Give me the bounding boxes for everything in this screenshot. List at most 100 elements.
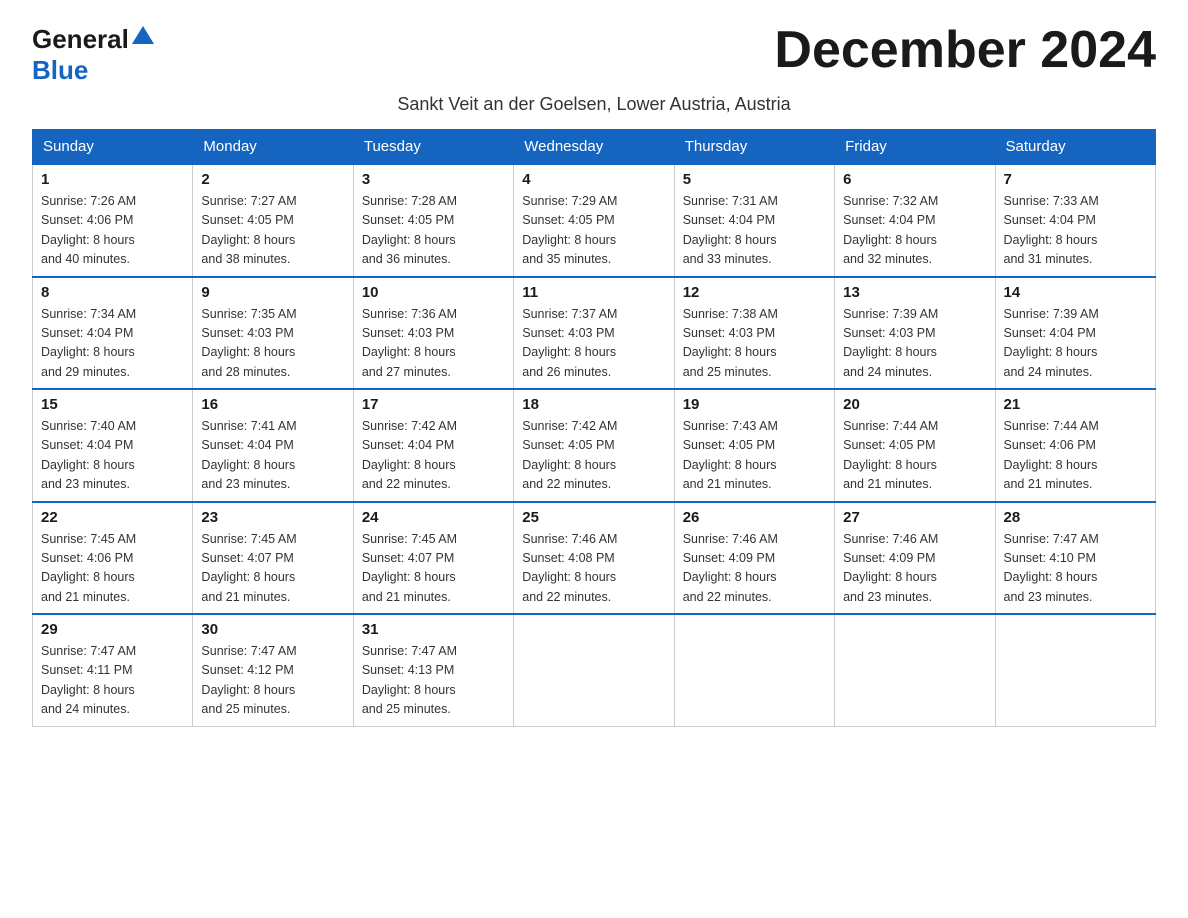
- daylight-minutes: and 23 minutes.: [1004, 590, 1093, 604]
- sunset-time: 4:12 PM: [247, 663, 294, 677]
- day-info: Sunrise: 7:46 AM Sunset: 4:09 PM Dayligh…: [683, 530, 826, 608]
- sunset-label: Sunset:: [683, 213, 729, 227]
- sunrise-label: Sunrise:: [843, 307, 892, 321]
- sunset-time: 4:06 PM: [1049, 438, 1096, 452]
- daylight-minutes: and 24 minutes.: [843, 365, 932, 379]
- calendar-cell: 16 Sunrise: 7:41 AM Sunset: 4:04 PM Dayl…: [193, 389, 353, 502]
- day-number: 4: [522, 171, 665, 188]
- day-number: 12: [683, 284, 826, 301]
- daylight-label: Daylight: 8 hours: [522, 570, 616, 584]
- sunset-label: Sunset:: [843, 326, 889, 340]
- calendar-cell: 14 Sunrise: 7:39 AM Sunset: 4:04 PM Dayl…: [995, 277, 1155, 390]
- sunset-time: 4:04 PM: [1049, 213, 1096, 227]
- day-number: 3: [362, 171, 505, 188]
- sunset-time: 4:03 PM: [729, 326, 776, 340]
- day-info: Sunrise: 7:37 AM Sunset: 4:03 PM Dayligh…: [522, 305, 665, 383]
- day-number: 18: [522, 396, 665, 413]
- sunset-time: 4:13 PM: [408, 663, 455, 677]
- sunrise-time: 7:36 AM: [411, 307, 457, 321]
- sunrise-time: 7:46 AM: [892, 532, 938, 546]
- day-info: Sunrise: 7:36 AM Sunset: 4:03 PM Dayligh…: [362, 305, 505, 383]
- sunrise-time: 7:33 AM: [1053, 194, 1099, 208]
- sunrise-label: Sunrise:: [683, 532, 732, 546]
- day-info: Sunrise: 7:32 AM Sunset: 4:04 PM Dayligh…: [843, 192, 986, 270]
- sunset-label: Sunset:: [201, 326, 247, 340]
- sunrise-label: Sunrise:: [201, 419, 250, 433]
- day-info: Sunrise: 7:47 AM Sunset: 4:12 PM Dayligh…: [201, 642, 344, 720]
- day-info: Sunrise: 7:46 AM Sunset: 4:08 PM Dayligh…: [522, 530, 665, 608]
- sunset-label: Sunset:: [41, 551, 87, 565]
- sunrise-time: 7:27 AM: [251, 194, 297, 208]
- sunrise-label: Sunrise:: [683, 194, 732, 208]
- sunset-time: 4:09 PM: [889, 551, 936, 565]
- sunrise-time: 7:43 AM: [732, 419, 778, 433]
- sunrise-label: Sunrise:: [201, 532, 250, 546]
- day-info: Sunrise: 7:47 AM Sunset: 4:11 PM Dayligh…: [41, 642, 184, 720]
- day-info: Sunrise: 7:46 AM Sunset: 4:09 PM Dayligh…: [843, 530, 986, 608]
- day-info: Sunrise: 7:29 AM Sunset: 4:05 PM Dayligh…: [522, 192, 665, 270]
- day-number: 31: [362, 621, 505, 638]
- day-number: 22: [41, 509, 184, 526]
- sunrise-label: Sunrise:: [41, 419, 90, 433]
- daylight-label: Daylight: 8 hours: [41, 345, 135, 359]
- daylight-label: Daylight: 8 hours: [683, 233, 777, 247]
- calendar-cell: 18 Sunrise: 7:42 AM Sunset: 4:05 PM Dayl…: [514, 389, 674, 502]
- sunset-time: 4:09 PM: [729, 551, 776, 565]
- col-sunday: Sunday: [33, 130, 193, 165]
- sunset-label: Sunset:: [201, 663, 247, 677]
- sunrise-time: 7:47 AM: [1053, 532, 1099, 546]
- day-number: 26: [683, 509, 826, 526]
- daylight-label: Daylight: 8 hours: [362, 570, 456, 584]
- day-number: 7: [1004, 171, 1147, 188]
- sunrise-label: Sunrise:: [1004, 532, 1053, 546]
- sunrise-time: 7:40 AM: [90, 419, 136, 433]
- sunset-label: Sunset:: [1004, 213, 1050, 227]
- sunset-label: Sunset:: [843, 438, 889, 452]
- sunset-label: Sunset:: [201, 551, 247, 565]
- calendar-cell: 1 Sunrise: 7:26 AM Sunset: 4:06 PM Dayli…: [33, 164, 193, 277]
- sunset-label: Sunset:: [41, 438, 87, 452]
- daylight-minutes: and 23 minutes.: [843, 590, 932, 604]
- calendar-cell: 17 Sunrise: 7:42 AM Sunset: 4:04 PM Dayl…: [353, 389, 513, 502]
- sunset-time: 4:08 PM: [568, 551, 615, 565]
- day-number: 20: [843, 396, 986, 413]
- sunset-time: 4:05 PM: [889, 438, 936, 452]
- sunset-time: 4:03 PM: [408, 326, 455, 340]
- sunset-time: 4:05 PM: [729, 438, 776, 452]
- day-number: 14: [1004, 284, 1147, 301]
- daylight-minutes: and 25 minutes.: [362, 702, 451, 716]
- daylight-label: Daylight: 8 hours: [201, 570, 295, 584]
- sunset-time: 4:05 PM: [247, 213, 294, 227]
- sunset-time: 4:05 PM: [408, 213, 455, 227]
- day-info: Sunrise: 7:27 AM Sunset: 4:05 PM Dayligh…: [201, 192, 344, 270]
- calendar-cell: 20 Sunrise: 7:44 AM Sunset: 4:05 PM Dayl…: [835, 389, 995, 502]
- daylight-minutes: and 22 minutes.: [362, 477, 451, 491]
- sunset-label: Sunset:: [843, 213, 889, 227]
- logo-blue: Blue: [32, 55, 88, 85]
- daylight-label: Daylight: 8 hours: [201, 683, 295, 697]
- day-number: 17: [362, 396, 505, 413]
- daylight-minutes: and 21 minutes.: [362, 590, 451, 604]
- day-number: 13: [843, 284, 986, 301]
- daylight-minutes: and 21 minutes.: [1004, 477, 1093, 491]
- daylight-label: Daylight: 8 hours: [41, 233, 135, 247]
- sunrise-time: 7:39 AM: [1053, 307, 1099, 321]
- day-number: 6: [843, 171, 986, 188]
- sunrise-label: Sunrise:: [41, 532, 90, 546]
- calendar-cell: [835, 614, 995, 726]
- sunset-time: 4:04 PM: [87, 438, 134, 452]
- sunset-time: 4:06 PM: [87, 213, 134, 227]
- day-number: 29: [41, 621, 184, 638]
- daylight-minutes: and 22 minutes.: [522, 590, 611, 604]
- day-number: 30: [201, 621, 344, 638]
- sunrise-time: 7:38 AM: [732, 307, 778, 321]
- daylight-minutes: and 25 minutes.: [683, 365, 772, 379]
- sunset-time: 4:04 PM: [729, 213, 776, 227]
- sunrise-time: 7:42 AM: [411, 419, 457, 433]
- sunrise-label: Sunrise:: [522, 532, 571, 546]
- sunset-label: Sunset:: [843, 551, 889, 565]
- sunrise-label: Sunrise:: [522, 307, 571, 321]
- day-number: 10: [362, 284, 505, 301]
- sunrise-label: Sunrise:: [683, 419, 732, 433]
- daylight-minutes: and 32 minutes.: [843, 252, 932, 266]
